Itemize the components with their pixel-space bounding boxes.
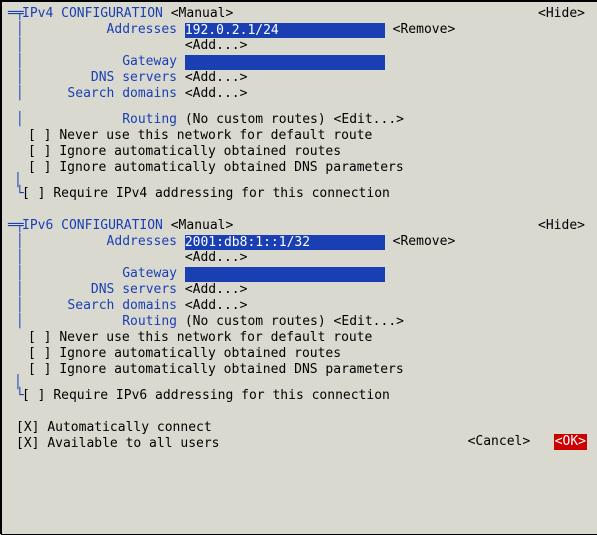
all-users-mark[interactable]: [X] — [16, 436, 39, 452]
ipv6-address-remove[interactable]: <Remove> — [393, 234, 456, 250]
ipv6-cb-require-mark[interactable]: [ ] — [22, 388, 45, 404]
ipv6-dns-label: DNS servers — [22, 282, 177, 298]
ipv4-address-input[interactable]: 192.0.2.1/24 — [185, 23, 385, 38]
ipv4-hide-button[interactable]: <Hide> — [538, 6, 585, 22]
ipv4-gateway-input[interactable] — [185, 55, 385, 70]
ipv4-cb-ignore-dns-mark[interactable]: [ ] — [28, 160, 51, 176]
ipv6-routing-edit[interactable]: <Edit...> — [334, 314, 404, 330]
ipv6-gateway-label: Gateway — [22, 266, 177, 282]
ipv4-header: ═╤ IPv4 CONFIGURATION <Manual> <Hide> — [8, 6, 591, 22]
ipv6-title: IPv6 CONFIGURATION — [22, 218, 163, 234]
ipv6-routing-status: (No custom routes) — [185, 314, 326, 330]
ipv4-address-remove[interactable]: <Remove> — [393, 22, 456, 38]
ipv4-mode-select[interactable]: <Manual> — [171, 6, 234, 22]
ipv6-routing-label: Routing — [22, 314, 177, 330]
auto-connect-label: Automatically connect — [47, 420, 211, 436]
ipv6-hide-button[interactable]: <Hide> — [538, 218, 585, 234]
ipv6-cb-ignore-routes-mark[interactable]: [ ] — [28, 346, 51, 362]
ipv4-cb-ignore-routes-label: Ignore automatically obtained routes — [59, 144, 341, 160]
ipv4-dns-add[interactable]: <Add...> — [185, 70, 248, 86]
ipv4-cb-ignore-dns-label: Ignore automatically obtained DNS parame… — [59, 160, 403, 176]
ipv4-search-label: Search domains — [22, 86, 177, 102]
ipv6-cb-require-label: Require IPv6 addressing for this connect… — [53, 388, 390, 404]
ipv4-routing-label: Routing — [22, 112, 177, 128]
ipv6-cb-ignore-routes-label: Ignore automatically obtained routes — [59, 346, 341, 362]
ipv4-addresses-label: Addresses — [22, 22, 177, 38]
ipv6-mode-select[interactable]: <Manual> — [171, 218, 234, 234]
ipv4-search-add[interactable]: <Add...> — [185, 86, 248, 102]
ipv6-cb-ignore-dns-label: Ignore automatically obtained DNS parame… — [59, 362, 403, 378]
ipv4-cb-ignore-routes-mark[interactable]: [ ] — [28, 144, 51, 160]
ipv6-cb-ignore-dns-mark[interactable]: [ ] — [28, 362, 51, 378]
ok-button[interactable]: <OK> — [554, 434, 587, 450]
all-users-label: Available to all users — [47, 436, 219, 452]
ipv4-cb-require-mark[interactable]: [ ] — [22, 186, 45, 202]
ipv6-address-add[interactable]: <Add...> — [185, 250, 248, 266]
ipv6-cb-never-mark[interactable]: [ ] — [28, 330, 51, 346]
ipv6-search-add[interactable]: <Add...> — [185, 298, 248, 314]
ipv4-title: IPv4 CONFIGURATION — [22, 6, 163, 22]
ipv4-dns-label: DNS servers — [22, 70, 177, 86]
ipv4-address-add[interactable]: <Add...> — [185, 38, 248, 54]
ipv4-routing-edit[interactable]: <Edit...> — [334, 112, 404, 128]
ipv4-cb-never-mark[interactable]: [ ] — [28, 128, 51, 144]
ipv6-search-label: Search domains — [22, 298, 177, 314]
ipv4-gateway-label: Gateway — [22, 54, 177, 70]
auto-connect-mark[interactable]: [X] — [16, 420, 39, 436]
ipv6-addresses-label: Addresses — [22, 234, 177, 250]
ipv6-cb-never-label: Never use this network for default route — [59, 330, 372, 346]
ipv6-header: ═╤ IPv6 CONFIGURATION <Manual> <Hide> — [8, 218, 591, 234]
ipv6-gateway-input[interactable] — [185, 267, 385, 282]
ipv4-cb-never-label: Never use this network for default route — [59, 128, 372, 144]
ipv4-routing-status: (No custom routes) — [185, 112, 326, 128]
ipv6-address-input[interactable]: 2001:db8:1::1/32 — [185, 235, 385, 250]
cancel-button[interactable]: <Cancel> — [468, 434, 531, 450]
ipv6-dns-add[interactable]: <Add...> — [185, 282, 248, 298]
ipv4-cb-require-label: Require IPv4 addressing for this connect… — [53, 186, 390, 202]
